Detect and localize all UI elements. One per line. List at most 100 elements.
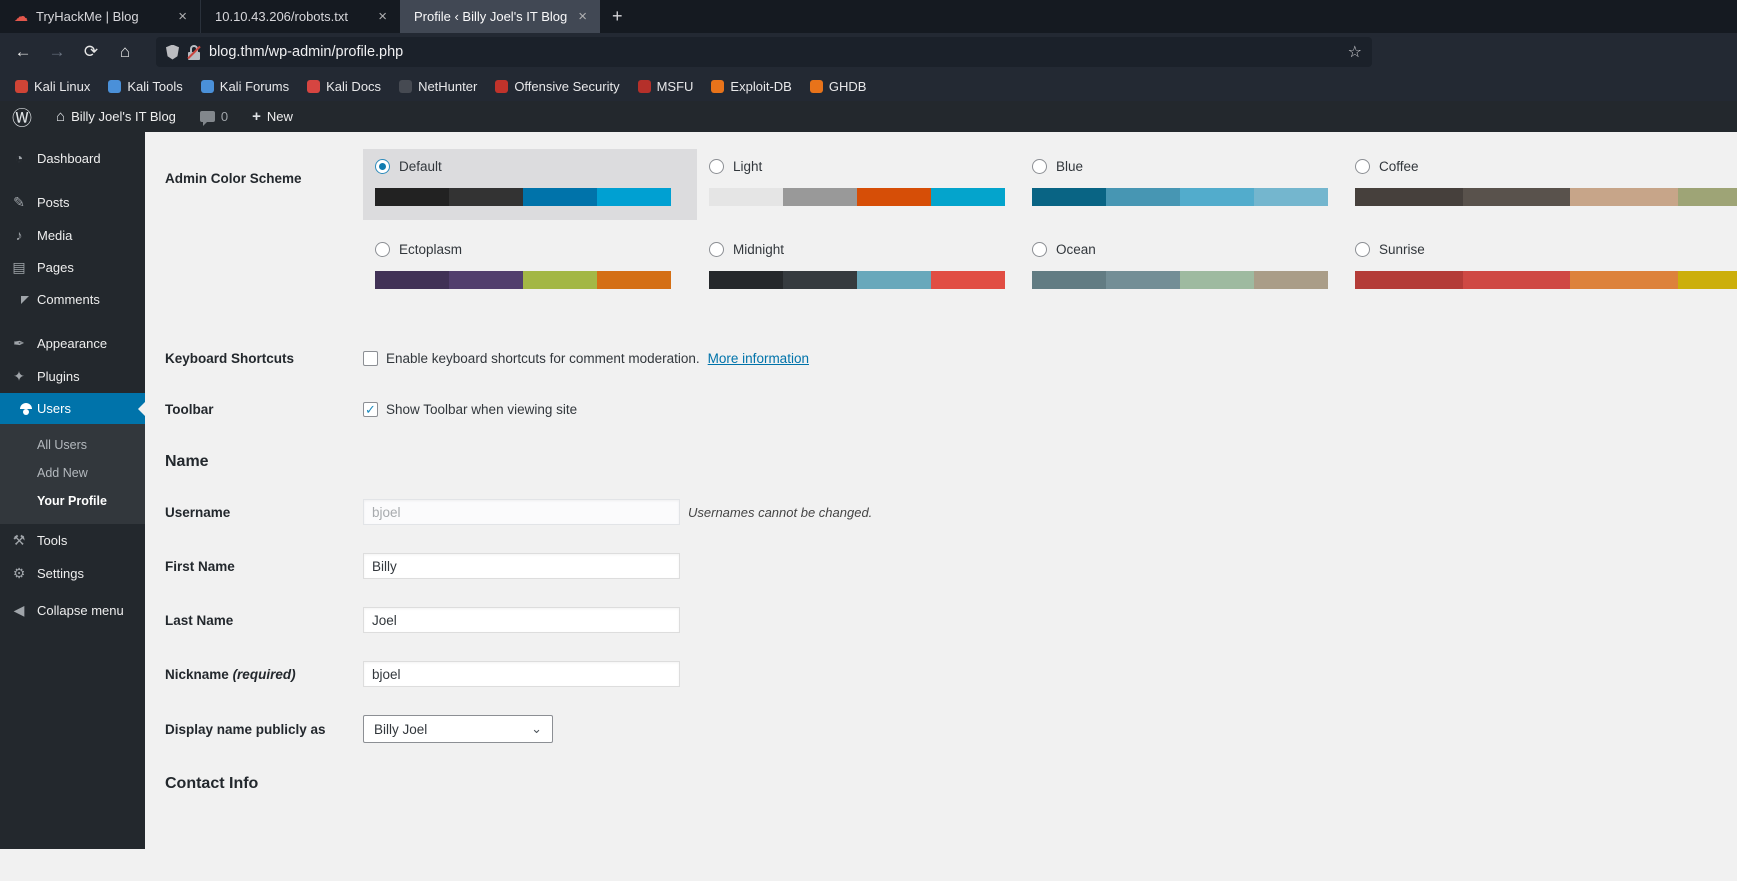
- keyboard-shortcuts-checkbox[interactable]: [363, 351, 378, 366]
- radio-ectoplasm[interactable]: [375, 242, 390, 257]
- sidebar-item-appearance[interactable]: ✒ Appearance: [0, 327, 145, 360]
- radio-ocean[interactable]: [1032, 242, 1047, 257]
- scheme-name: Coffee: [1379, 159, 1419, 174]
- color-schemes-grid: Default Light Blue Coffee Ectoplasm Midn…: [363, 149, 1737, 303]
- contact-info-heading: Contact Info: [165, 775, 259, 792]
- url-bar[interactable]: blog.thm/wp-admin/profile.php ☆: [156, 37, 1372, 67]
- home-button[interactable]: ⌂: [110, 38, 140, 66]
- new-content-menu[interactable]: + New: [240, 101, 305, 132]
- reload-button[interactable]: ⟳: [76, 38, 106, 66]
- sidebar-item-settings[interactable]: ⚙ Settings: [0, 557, 145, 590]
- bookmark-ghdb[interactable]: GHDB: [803, 76, 874, 97]
- radio-coffee[interactable]: [1355, 159, 1370, 174]
- forward-button[interactable]: →: [42, 38, 72, 66]
- radio-default[interactable]: [375, 159, 390, 174]
- tab-close-icon[interactable]: ×: [175, 8, 190, 25]
- plus-icon: +: [252, 108, 261, 125]
- submenu-all-users[interactable]: All Users: [0, 431, 145, 459]
- users-submenu: All Users Add New Your Profile: [0, 424, 145, 524]
- first-name-input[interactable]: [363, 553, 680, 579]
- scheme-ectoplasm[interactable]: Ectoplasm: [363, 232, 697, 303]
- bookmark-msfu[interactable]: MSFU: [631, 76, 701, 97]
- bookmark-label: Offensive Security: [514, 78, 620, 94]
- url-text[interactable]: blog.thm/wp-admin/profile.php: [209, 44, 1339, 60]
- new-label: New: [266, 109, 293, 124]
- insecure-lock-icon[interactable]: [187, 44, 201, 60]
- bookmark-label: Kali Forums: [219, 78, 290, 94]
- bookmark-icon: [307, 79, 321, 93]
- sidebar-item-label: Settings: [37, 566, 84, 581]
- bookmark-offensive-security[interactable]: Offensive Security: [488, 76, 626, 97]
- bookmark-nethunter[interactable]: NetHunter: [392, 76, 484, 97]
- sidebar-item-media[interactable]: ♪ Media: [0, 219, 145, 251]
- bookmark-kali-tools[interactable]: Kali Tools: [101, 76, 189, 97]
- scheme-default[interactable]: Default: [363, 149, 697, 220]
- radio-sunrise[interactable]: [1355, 242, 1370, 257]
- admin-color-scheme-row: Admin Color Scheme Default Light Blue Co…: [165, 149, 1737, 303]
- bookmark-label: NetHunter: [418, 78, 478, 94]
- display-name-value: Billy Joel: [374, 721, 428, 737]
- last-name-input[interactable]: [363, 607, 680, 633]
- scheme-swatches: [1355, 271, 1737, 289]
- sidebar-item-label: Users: [37, 401, 71, 416]
- radio-light[interactable]: [709, 159, 724, 174]
- last-name-label: Last Name: [165, 612, 234, 628]
- scheme-swatches: [1355, 188, 1737, 206]
- bookmark-icon: [200, 79, 214, 93]
- submenu-your-profile[interactable]: Your Profile: [0, 487, 145, 515]
- tab-tryhackme[interactable]: ☁ TryHackMe | Blog ×: [0, 0, 200, 33]
- tab-profile-active[interactable]: Profile ‹ Billy Joel's IT Blog — W ×: [400, 0, 600, 33]
- comments-menu[interactable]: 0: [188, 101, 240, 132]
- tab-title: 10.10.43.206/robots.txt: [215, 9, 348, 24]
- bookmark-icon: [637, 79, 651, 93]
- collapse-menu-button[interactable]: ◀ Collapse menu: [0, 594, 145, 627]
- first-name-row: First Name: [165, 553, 1737, 579]
- tab-title: Profile ‹ Billy Joel's IT Blog — W: [414, 9, 568, 24]
- display-name-select[interactable]: Billy Joel ⌄: [363, 715, 553, 743]
- tracking-protection-shield-icon[interactable]: [166, 44, 179, 60]
- show-toolbar-checkbox[interactable]: ✓: [363, 402, 378, 417]
- scheme-coffee[interactable]: Coffee: [1343, 149, 1737, 220]
- bookmark-exploit-db[interactable]: Exploit-DB: [704, 76, 798, 97]
- sidebar-item-label: Plugins: [37, 369, 80, 384]
- checkmark-icon: ✓: [365, 402, 376, 417]
- radio-blue[interactable]: [1032, 159, 1047, 174]
- scheme-blue[interactable]: Blue: [1020, 149, 1343, 220]
- scheme-light[interactable]: Light: [697, 149, 1020, 220]
- scheme-ocean[interactable]: Ocean: [1020, 232, 1343, 303]
- scheme-sunrise[interactable]: Sunrise: [1343, 232, 1737, 303]
- more-information-link[interactable]: More information: [708, 351, 809, 366]
- submenu-add-new[interactable]: Add New: [0, 459, 145, 487]
- scheme-name: Ectoplasm: [399, 242, 463, 257]
- scheme-name: Sunrise: [1379, 242, 1425, 257]
- new-tab-button[interactable]: +: [600, 0, 635, 33]
- sidebar-item-tools[interactable]: ⚒ Tools: [0, 524, 145, 557]
- username-input[interactable]: [363, 499, 680, 525]
- sidebar-item-pages[interactable]: ▤ Pages: [0, 251, 145, 284]
- sidebar-item-posts[interactable]: ✎ Posts: [0, 186, 145, 219]
- collapse-arrow-icon: ◀: [13, 602, 25, 618]
- sidebar-item-plugins[interactable]: ✦ Plugins: [0, 360, 145, 393]
- bookmark-kali-linux[interactable]: Kali Linux: [8, 76, 97, 97]
- back-button[interactable]: ←: [8, 38, 38, 66]
- tab-robots-txt[interactable]: 10.10.43.206/robots.txt ×: [200, 0, 400, 33]
- site-name: Billy Joel's IT Blog: [71, 109, 176, 124]
- radio-midnight[interactable]: [709, 242, 724, 257]
- sidebar-item-dashboard[interactable]: ◔ Dashboard: [0, 142, 145, 174]
- toolbar-label: Toolbar: [165, 402, 214, 417]
- scheme-midnight[interactable]: Midnight: [697, 232, 1020, 303]
- sidebar-item-comments[interactable]: Comments: [0, 284, 145, 315]
- bookmark-star-icon[interactable]: ☆: [1348, 42, 1362, 62]
- bookmark-kali-forums[interactable]: Kali Forums: [194, 76, 296, 97]
- nickname-input[interactable]: [363, 661, 680, 687]
- tab-close-icon[interactable]: ×: [575, 8, 590, 25]
- wordpress-logo-icon: Ⓦ: [12, 108, 32, 130]
- chevron-down-icon: ⌄: [531, 721, 542, 736]
- bookmark-kali-docs[interactable]: Kali Docs: [300, 76, 388, 97]
- site-name-menu[interactable]: ⌂ Billy Joel's IT Blog: [44, 101, 188, 132]
- home-icon: ⌂: [56, 108, 66, 125]
- sidebar-item-users[interactable]: Users: [0, 393, 146, 424]
- wp-logo-menu[interactable]: Ⓦ: [0, 101, 44, 132]
- tab-close-icon[interactable]: ×: [375, 8, 390, 25]
- sidebar-item-label: Pages: [37, 260, 74, 275]
